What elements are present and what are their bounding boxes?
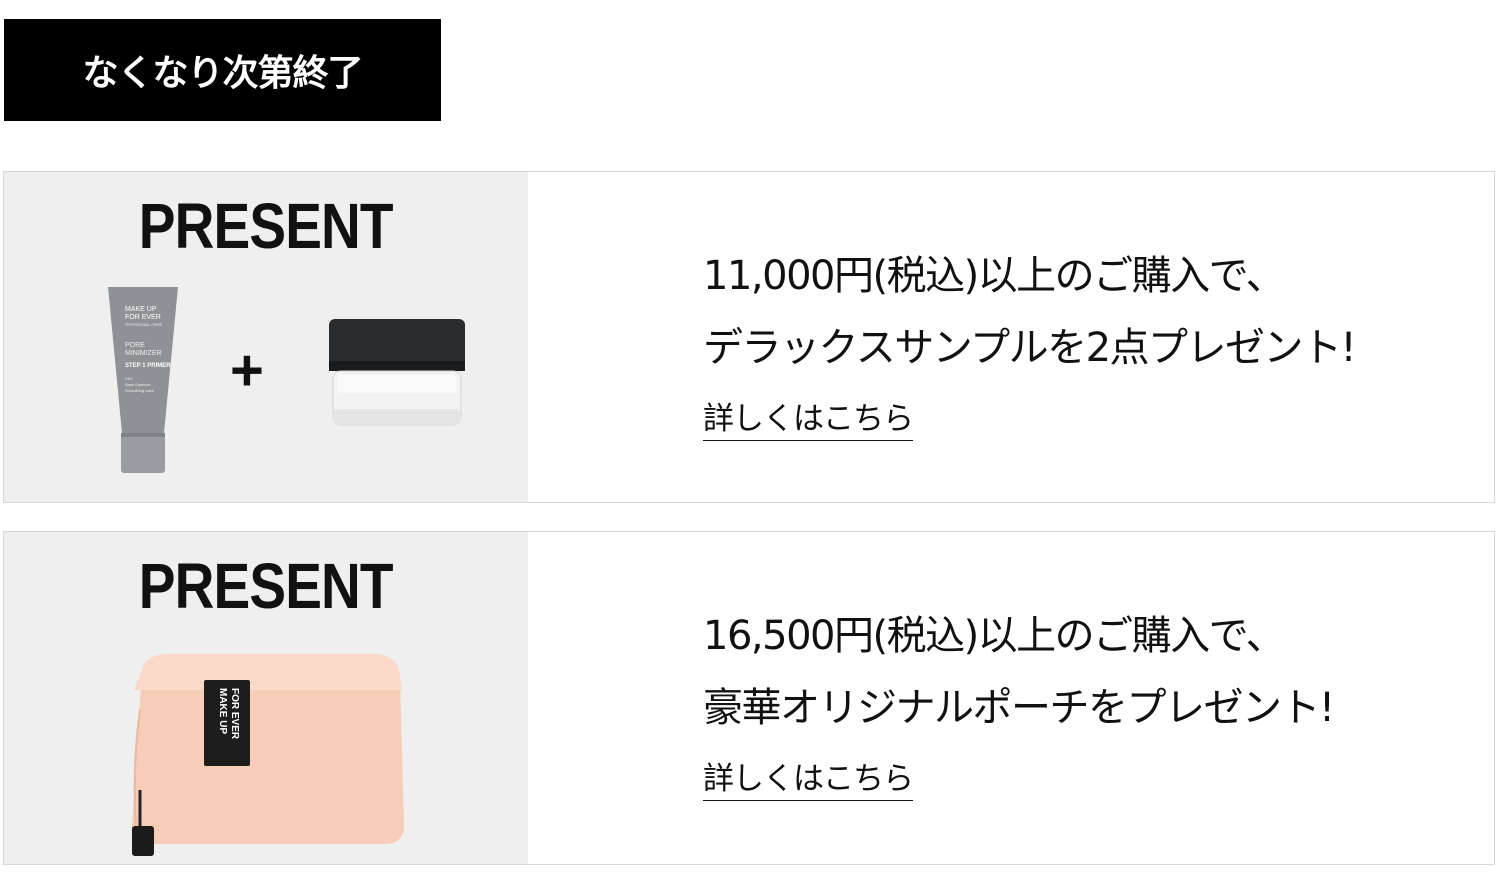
tube-brand-line-1: MAKE UP (125, 306, 157, 313)
details-link[interactable]: 詳しくはこちら (703, 400, 914, 441)
tube-small-line-3: Smoothing base (125, 388, 155, 393)
offer-gift-line: デラックスサンプルを2点プレゼント! (703, 325, 1357, 371)
offer-gift-line: 豪華オリジナルポーチをプレゼント! (703, 685, 1335, 731)
promo-image-2[interactable]: PRESENT MAKE UP FOR EVER (4, 532, 528, 864)
promo-text-1: 11,000円(税込)以上のご購入で、 デラックスサンプルを2点プレゼント! 詳… (528, 172, 1494, 502)
cream-jar-image (329, 319, 465, 426)
promo-image-1[interactable]: PRESENT MAKE UP FOR EVER PROFESSIONAL • … (4, 172, 528, 502)
tube-product-line-1: PORE (125, 342, 145, 349)
pouch-tag-line-2: FOR EVER (229, 688, 240, 740)
tube-brand-line-3: PROFESSIONAL • PARIS (125, 323, 162, 327)
tube-product-line-2: MINIMIZER (125, 350, 162, 357)
present-heading: PRESENT (138, 190, 394, 262)
tube-brand-line-2: FOR EVER (125, 314, 161, 321)
pouch-tag-line-1: MAKE UP (217, 688, 228, 734)
offer-threshold-line: 11,000円(税込)以上のご購入で、 (703, 253, 1286, 299)
tube-small-line-1: 24H (125, 376, 132, 381)
promo-text-2: 16,500円(税込)以上のご購入で、 豪華オリジナルポーチをプレゼント! 詳し… (528, 532, 1494, 864)
offer-threshold-line: 16,500円(税込)以上のご購入で、 (703, 613, 1286, 659)
tube-small-line-2: Base Essence (125, 382, 151, 387)
present-heading: PRESENT (138, 550, 394, 622)
promo-card-1[interactable]: PRESENT MAKE UP FOR EVER PROFESSIONAL • … (3, 171, 1495, 503)
page: なくなり次第終了 PRESENT MAKE UP FOR EVER PROFES… (0, 0, 1500, 890)
tube-product-line-3: STEP 1 PRIMER (125, 363, 171, 369)
plus-icon: + (230, 338, 264, 403)
pouch-image: MAKE UP FOR EVER (132, 654, 404, 856)
limited-stock-badge: なくなり次第終了 (4, 19, 441, 121)
primer-tube-image: MAKE UP FOR EVER PROFESSIONAL • PARIS PO… (108, 287, 178, 473)
details-link[interactable]: 詳しくはこちら (703, 760, 914, 801)
promo-card-2[interactable]: PRESENT MAKE UP FOR EVER 16,500円(税込)以上のご… (3, 531, 1495, 865)
